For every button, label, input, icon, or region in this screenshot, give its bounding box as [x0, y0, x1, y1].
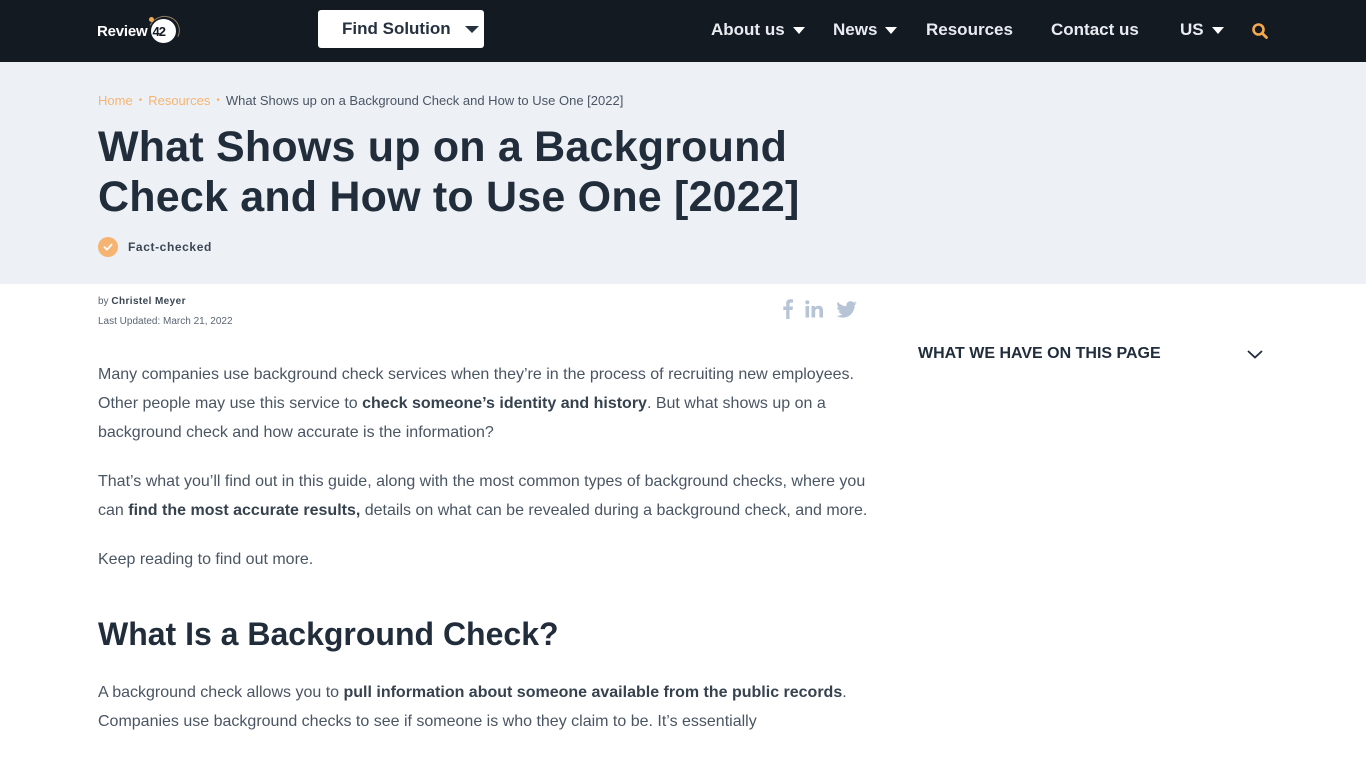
byline: by Christel Meyer	[98, 296, 186, 307]
linkedin-icon[interactable]	[805, 300, 824, 323]
nav-resources-label: Resources	[926, 20, 1013, 39]
article-paragraph: A background check allows you to pull in…	[98, 684, 847, 730]
author-link[interactable]: Christel Meyer	[111, 296, 186, 307]
nav-contact-us[interactable]: Contact us	[1051, 20, 1139, 40]
checkmark-icon	[98, 237, 118, 257]
last-updated: Last Updated: March 21, 2022	[98, 316, 233, 327]
nav-about-us-label: About us	[711, 20, 785, 39]
nav-about-us[interactable]: About us	[711, 20, 805, 40]
caret-down-icon	[464, 25, 479, 33]
breadcrumb-separator: •	[138, 95, 143, 106]
logo-text: Review	[97, 22, 148, 40]
find-solution-button[interactable]: Find Solution	[318, 10, 484, 48]
article-paragraph: Keep reading to find out more.	[98, 551, 314, 568]
article-paragraph: That’s what you’ll find out in this guid…	[98, 473, 868, 519]
top-navigation-bar: Review 42 Find Solution About us News Re…	[0, 0, 1366, 62]
fact-checked-badge: Fact-checked	[98, 237, 212, 257]
facebook-icon[interactable]	[783, 299, 793, 324]
section-heading: What Is a Background Check?	[98, 616, 559, 652]
fact-checked-label: Fact-checked	[128, 240, 212, 254]
breadcrumb-resources[interactable]: Resources	[148, 93, 210, 108]
breadcrumb-current: What Shows up on a Background Check and …	[225, 93, 624, 108]
table-of-contents-toggle[interactable]: WHAT WE HAVE ON THIS PAGE	[918, 340, 1266, 368]
caret-down-icon	[885, 26, 898, 34]
nav-news-label: News	[833, 20, 878, 39]
caret-down-icon	[1211, 26, 1224, 34]
nav-resources[interactable]: Resources	[926, 20, 1013, 40]
breadcrumb-home[interactable]: Home	[98, 93, 133, 108]
site-logo[interactable]: Review 42	[97, 11, 184, 51]
nav-contact-us-label: Contact us	[1051, 20, 1139, 39]
by-prefix: by	[98, 296, 109, 307]
toc-label: WHAT WE HAVE ON THIS PAGE	[918, 345, 1161, 362]
nav-country-selector[interactable]: US	[1180, 20, 1224, 40]
twitter-icon[interactable]	[836, 300, 857, 323]
search-icon[interactable]	[1251, 22, 1269, 40]
social-share	[783, 299, 857, 324]
find-solution-label: Find Solution	[342, 19, 451, 38]
breadcrumb: Home • Resources • What Shows up on a Ba…	[98, 93, 623, 108]
article-paragraph: Many companies use background check serv…	[98, 366, 854, 441]
page-title: What Shows up on a Background Check and …	[98, 123, 800, 221]
logo-number: 42	[152, 24, 167, 39]
logo-badge-icon: 42	[143, 11, 184, 51]
chevron-down-icon	[1247, 350, 1263, 359]
nav-news[interactable]: News	[833, 20, 898, 40]
article-body: Many companies use background check serv…	[98, 360, 868, 756]
breadcrumb-separator: •	[216, 95, 220, 106]
caret-down-icon	[792, 26, 805, 34]
nav-country-label: US	[1180, 20, 1204, 39]
